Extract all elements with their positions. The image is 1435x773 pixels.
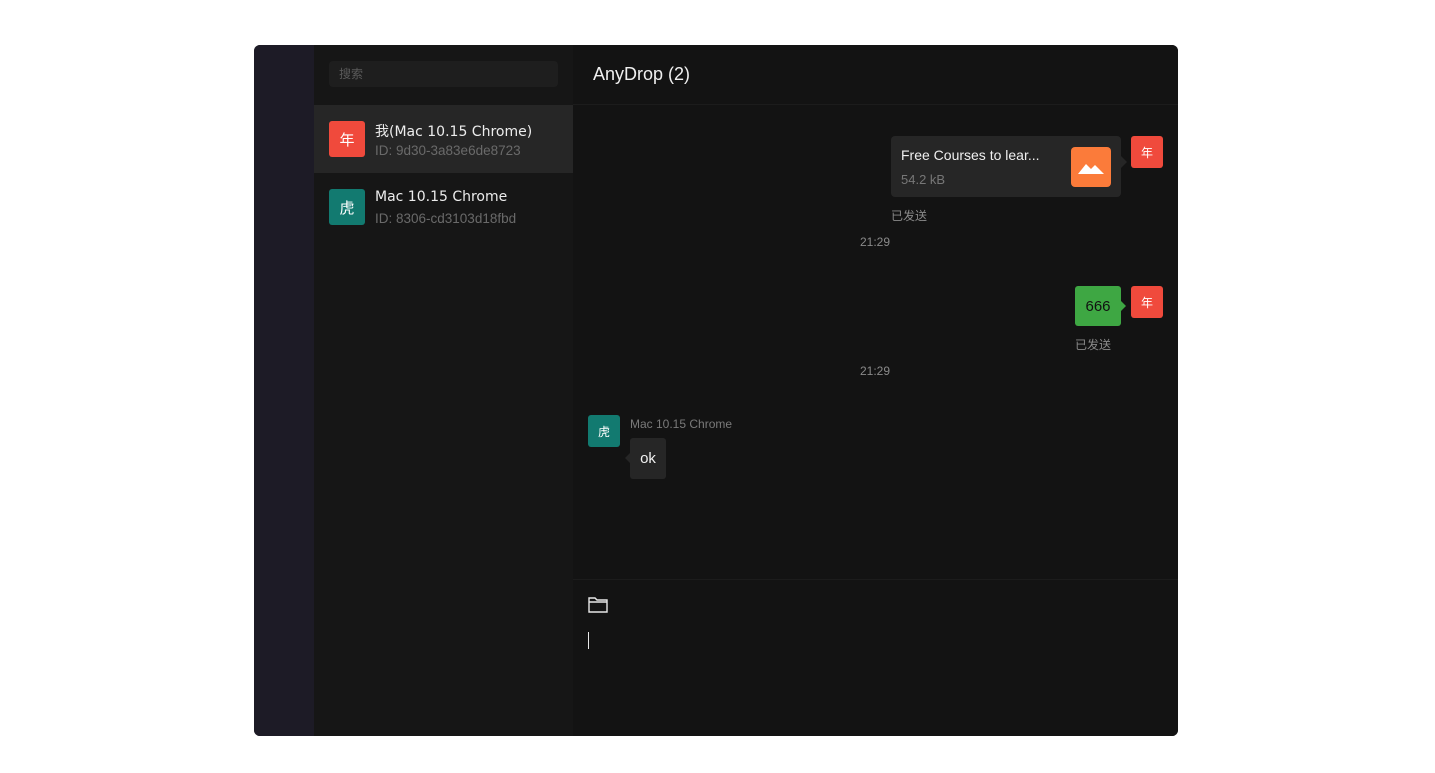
page-title: AnyDrop (2): [593, 64, 691, 84]
sender-name: Mac 10.15 Chrome: [630, 417, 733, 431]
search-box[interactable]: [329, 61, 558, 87]
chat-header: AnyDrop (2): [573, 45, 1178, 105]
contact-id: ID: 9d30-3a83e6de8723: [375, 143, 521, 158]
file-size: 54.2 kB: [901, 172, 946, 187]
text-message-outgoing[interactable]: 666: [1075, 286, 1126, 326]
chat-panel: AnyDrop (2) Free Courses to lear... 54.2…: [573, 45, 1178, 736]
avatar: 虎: [329, 189, 365, 225]
message-input[interactable]: [588, 632, 589, 649]
message-status: 已发送: [1075, 338, 1112, 352]
avatar: 年: [1131, 286, 1163, 318]
contact-id: ID: 8306-cd3103d18fbd: [375, 211, 517, 226]
app-window: 年 我(Mac 10.15 Chrome) ID: 9d30-3a83e6de8…: [254, 45, 1178, 736]
avatar: 虎: [588, 415, 620, 447]
message-status: 已发送: [891, 209, 928, 223]
contact-item-mac-chrome[interactable]: 虎 Mac 10.15 Chrome ID: 8306-cd3103d18fbd: [314, 173, 573, 241]
contact-name: 我(Mac 10.15 Chrome): [375, 124, 533, 140]
nav-rail: [254, 45, 314, 736]
composer: [573, 579, 1178, 736]
contact-item-self[interactable]: 年 我(Mac 10.15 Chrome) ID: 9d30-3a83e6de8…: [314, 105, 573, 173]
contact-list: 年 我(Mac 10.15 Chrome) ID: 9d30-3a83e6de8…: [314, 105, 573, 241]
folder-icon[interactable]: [588, 595, 610, 617]
timestamp: 21:29: [860, 235, 891, 249]
avatar: 年: [1131, 136, 1163, 168]
image-file-icon: [1071, 147, 1111, 187]
file-message[interactable]: Free Courses to lear... 54.2 kB: [891, 136, 1127, 197]
text-message-incoming[interactable]: ok: [625, 438, 666, 479]
timestamp: 21:29: [860, 364, 891, 378]
contact-name: Mac 10.15 Chrome: [375, 189, 508, 205]
search-input[interactable]: [329, 61, 558, 87]
avatar: 年: [329, 121, 365, 157]
file-name: Free Courses to lear...: [901, 147, 1040, 163]
sidebar: 年 我(Mac 10.15 Chrome) ID: 9d30-3a83e6de8…: [314, 45, 573, 736]
